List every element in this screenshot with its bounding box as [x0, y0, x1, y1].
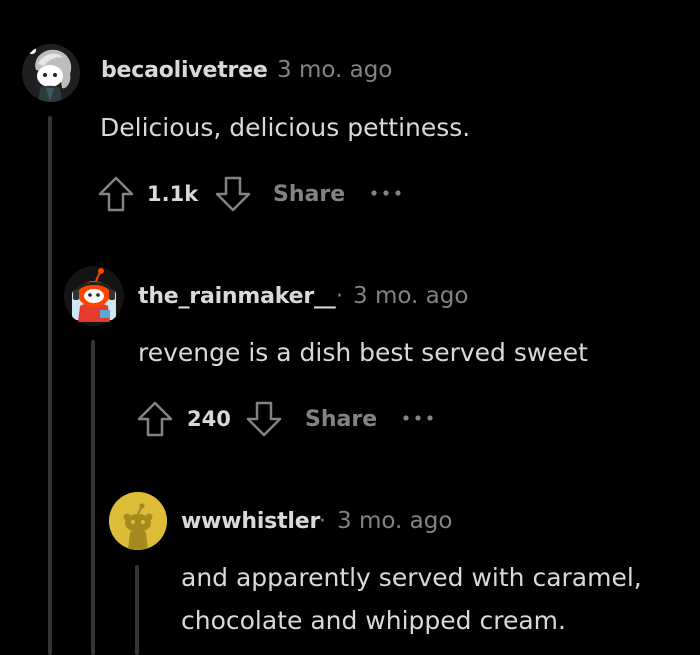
upvote-icon[interactable]: [135, 399, 175, 439]
default-snoo-icon: [109, 492, 167, 550]
separator-dot: ·: [336, 284, 343, 309]
vote-score: 1.1k: [147, 182, 199, 206]
user-avatar[interactable]: [64, 266, 124, 326]
username[interactable]: wwwhistler: [181, 509, 320, 534]
timestamp[interactable]: 3 mo. ago: [337, 508, 452, 534]
snoo-avatar-icon: [64, 266, 124, 326]
thread-line-level-3[interactable]: [135, 565, 139, 655]
user-avatar[interactable]: [109, 492, 167, 550]
comment-body: revenge is a dish best served sweet: [138, 338, 588, 367]
downvote-icon[interactable]: [244, 399, 284, 439]
timestamp[interactable]: 3 mo. ago: [353, 283, 468, 309]
thread-line-level-1[interactable]: [48, 116, 52, 655]
separator-dot: ·: [319, 509, 326, 534]
comment-body-line-1: and apparently served with caramel,: [181, 563, 642, 592]
upvote-icon[interactable]: [96, 174, 136, 214]
more-options-icon[interactable]: [402, 414, 434, 422]
vote-score: 240: [187, 407, 231, 431]
username[interactable]: the_rainmaker__: [138, 284, 336, 309]
share-button[interactable]: Share: [305, 407, 377, 432]
snoo-avatar-icon: [22, 44, 80, 102]
comment-body-line-2: chocolate and whipped cream.: [181, 606, 566, 635]
username[interactable]: becaolivetree: [101, 58, 268, 83]
more-options-icon[interactable]: [370, 189, 402, 197]
timestamp[interactable]: 3 mo. ago: [277, 57, 392, 83]
thread-line-level-2[interactable]: [91, 340, 95, 655]
separator-dot: ·: [258, 58, 265, 83]
share-button[interactable]: Share: [273, 182, 345, 207]
user-avatar[interactable]: [22, 44, 80, 102]
downvote-icon[interactable]: [213, 174, 253, 214]
comment-body: Delicious, delicious pettiness.: [100, 113, 471, 142]
